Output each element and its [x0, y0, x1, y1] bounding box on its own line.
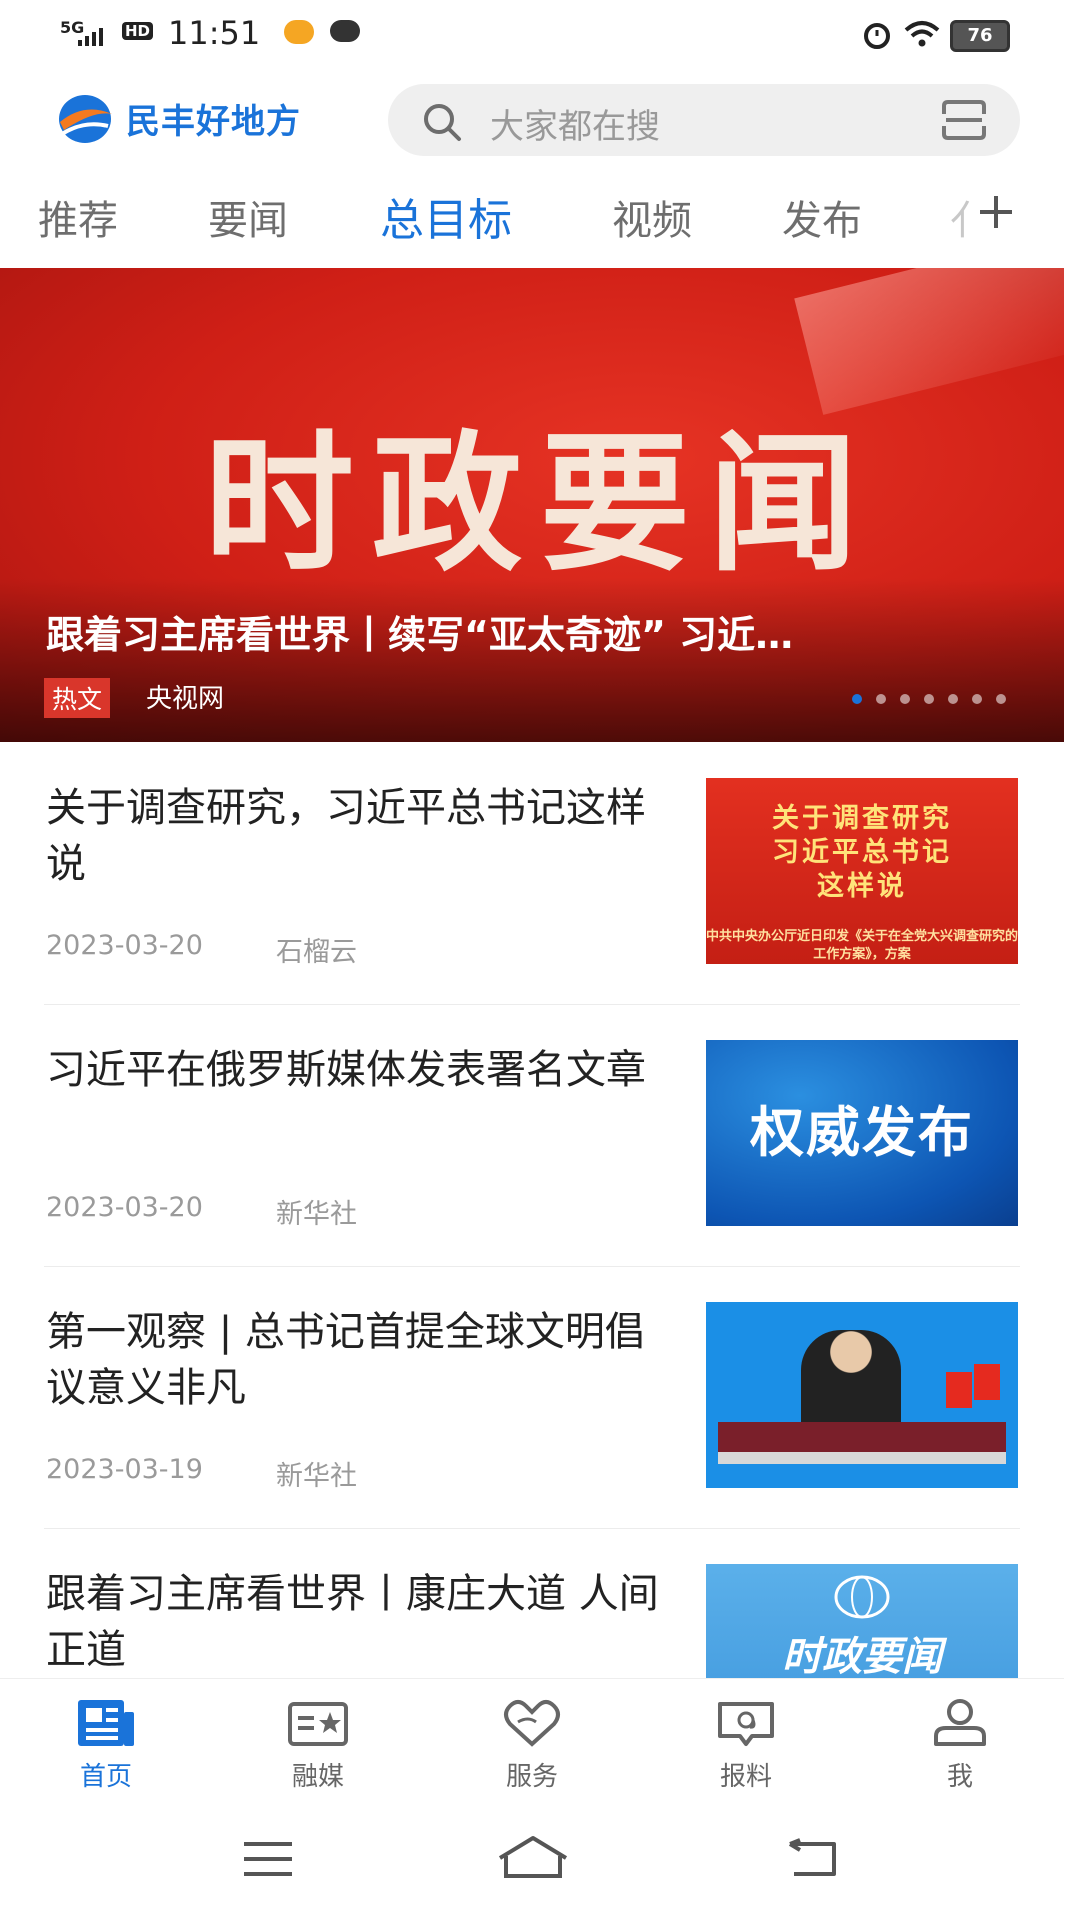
divider: [44, 1528, 1020, 1529]
search-icon: [424, 104, 461, 141]
nav-label: 我: [946, 1762, 973, 1792]
carousel-dot: [876, 694, 886, 704]
article-thumbnail: 关于调查研究 习近平总书记 这样说 中共中央办公厅近日印发《关于在全党大兴调查研…: [706, 778, 1018, 964]
tab-video[interactable]: 视频: [612, 188, 692, 246]
hd-badge: HD: [122, 22, 154, 40]
nav-report[interactable]: 报料: [686, 1696, 806, 1793]
article-source: 新华社: [276, 1461, 357, 1492]
chat-bubble-icon: [330, 20, 360, 42]
banner-overlay: [0, 578, 1064, 742]
article-date: 2023-03-19: [46, 1454, 203, 1485]
home-icon[interactable]: [496, 1834, 570, 1880]
banner-carousel[interactable]: 时政要闻 跟着习主席看世界丨续写“亚太奇迹” 习近… 热文 央视网: [0, 268, 1064, 742]
app-title: 民丰好地方: [126, 102, 301, 142]
status-time: 11:51: [168, 14, 261, 52]
app-logo-icon: [59, 95, 112, 143]
article-title: 关于调查研究，习近平总书记这样说: [46, 785, 646, 887]
banner-title: 跟着习主席看世界丨续写“亚太奇迹” 习近…: [46, 613, 794, 657]
article-date: 2023-03-20: [46, 1192, 203, 1223]
report-chat-icon: [718, 1702, 774, 1746]
nav-label: 服务: [505, 1762, 558, 1792]
signal-bars-icon: [78, 28, 103, 46]
heart-hands-icon: [504, 1700, 560, 1747]
article-thumbnail: [706, 1302, 1018, 1488]
article-item[interactable]: 关于调查研究，习近平总书记这样说 2023-03-20 石榴云 关于调查研究 习…: [0, 760, 1064, 1006]
banner-image-text: 时政要闻: [203, 416, 876, 592]
banner-source: 央视网: [146, 684, 225, 714]
thumb-line: 这样说: [817, 871, 907, 902]
article-thumbnail: 权威发布: [706, 1040, 1018, 1226]
search-bar[interactable]: 大家都在搜: [388, 84, 1020, 156]
thumb-caption: 中共中央办公厅近日印发《关于在全党大兴调查研究的工作方案》，方案: [706, 929, 1018, 962]
menu-icon[interactable]: [242, 1840, 294, 1878]
scan-icon[interactable]: [940, 98, 988, 142]
back-icon[interactable]: [786, 1838, 840, 1878]
thumb-desk: [718, 1422, 1006, 1452]
tab-recommend[interactable]: 推荐: [38, 188, 118, 246]
nav-label: 报料: [719, 1762, 772, 1792]
article-item[interactable]: 跟着习主席看世界丨康庄大道 人间正道 时政要闻: [0, 1546, 1064, 1678]
article-source: 石榴云: [276, 937, 357, 968]
article-item[interactable]: 第一观察 | 总书记首提全球文明倡议意义非凡 2023-03-19 新华社: [0, 1284, 1064, 1530]
article-title: 跟着习主席看世界丨康庄大道 人间正道: [46, 1571, 659, 1673]
search-placeholder: 大家都在搜: [490, 107, 660, 147]
tab-publish[interactable]: 发布: [782, 188, 862, 246]
add-tab-icon[interactable]: [976, 192, 1016, 232]
flag-icon: [946, 1372, 972, 1408]
battery-icon: 76: [950, 20, 1010, 52]
carousel-dot: [900, 694, 910, 704]
thumb-line: 习近平总书记: [772, 837, 952, 868]
flag-icon: [974, 1364, 1000, 1400]
news-icon: [78, 1700, 134, 1746]
globe-icon: [834, 1575, 890, 1619]
status-bar: 5G HD 11:51 76: [0, 0, 1080, 66]
hot-tag-badge: 热文: [44, 678, 111, 718]
carousel-dot: [852, 694, 862, 704]
nav-home[interactable]: 首页: [46, 1696, 166, 1793]
article-title: 习近平在俄罗斯媒体发表署名文章: [46, 1047, 646, 1093]
carousel-dot: [996, 694, 1006, 704]
divider: [44, 1266, 1020, 1267]
article-thumbnail: 时政要闻: [706, 1564, 1018, 1678]
nav-me[interactable]: 我: [900, 1696, 1020, 1793]
thumb-line: 关于调查研究: [772, 803, 952, 834]
nav-label: 融媒: [291, 1762, 344, 1792]
system-nav-bar: [0, 1800, 1080, 1920]
tab-headlines[interactable]: 要闻: [208, 188, 288, 246]
alarm-icon: [864, 23, 890, 49]
thumb-text: 时政要闻: [782, 1634, 942, 1678]
nav-media[interactable]: 融媒: [258, 1696, 378, 1793]
tab-general-goal[interactable]: 总目标: [380, 184, 512, 248]
carousel-dot: [948, 694, 958, 704]
divider: [44, 1004, 1020, 1005]
nav-label: 首页: [79, 1762, 132, 1792]
article-item[interactable]: 习近平在俄罗斯媒体发表署名文章 2023-03-20 新华社 权威发布: [0, 1022, 1064, 1268]
wifi-icon: [904, 21, 940, 47]
article-date: 2023-03-20: [46, 930, 203, 961]
nav-services[interactable]: 服务: [472, 1696, 592, 1793]
media-card-icon: [288, 1702, 348, 1746]
article-title: 第一观察 | 总书记首提全球文明倡议意义非凡: [46, 1309, 645, 1411]
user-icon: [934, 1699, 986, 1746]
carousel-dot: [924, 694, 934, 704]
carousel-dot: [972, 694, 982, 704]
weibo-icon: [284, 20, 314, 44]
article-source: 新华社: [276, 1199, 357, 1230]
thumb-desk-edge: [718, 1452, 1006, 1464]
